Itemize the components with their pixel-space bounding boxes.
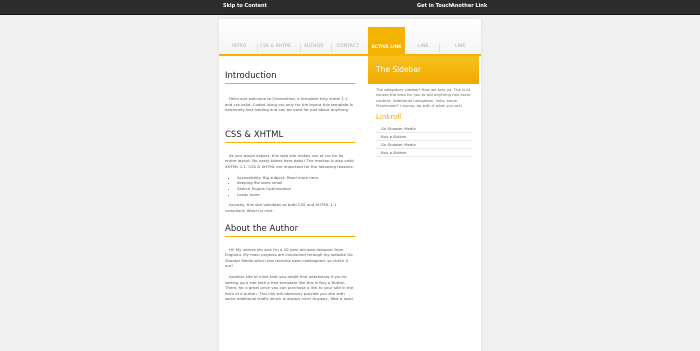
nav-author[interactable]: AUTHOR xyxy=(304,44,324,49)
linkroll-title: Linkroll xyxy=(376,113,402,121)
main-content: Introduction Hello and welcome to Clemen… xyxy=(225,71,355,302)
author-paragraph-1: Hi! My names Jan and I'm a 20 year old w… xyxy=(225,246,353,269)
page-container: INTRO CSS & XHTML AUTHOR CONTACT LINK LI… xyxy=(219,19,481,351)
nav-separator xyxy=(331,44,332,52)
author-paragraph-2: Another site of mine that you might find… xyxy=(225,273,354,302)
skip-to-content-link[interactable]: Skip to Content xyxy=(223,3,267,9)
linkroll-item[interactable]: Buy a Button xyxy=(376,133,472,141)
nav-separator xyxy=(257,44,258,52)
css-reasons-list: Accessibility. Big subject. Read more he… xyxy=(225,175,355,198)
linkroll-item[interactable]: Buy a Button xyxy=(376,149,472,157)
nav-active-label: ACTIVE LINK xyxy=(371,45,402,50)
css-paragraph-1: As you would expect, this web site makes… xyxy=(225,152,354,169)
list-item: Loads more xyxy=(237,192,355,198)
nav-active-link[interactable]: ACTIVE LINK xyxy=(368,27,405,55)
nav-separator xyxy=(439,44,440,52)
sidebar-text: The obligatory sidebar! How we love ya. … xyxy=(376,87,472,108)
sidebar-title: The Sidebar xyxy=(376,65,421,74)
get-in-touch-link[interactable]: Get in Touch xyxy=(417,3,452,9)
intro-paragraph: Hello and welcome to Clementine, a templ… xyxy=(225,96,353,113)
nav-separator xyxy=(300,44,301,52)
nav-contact[interactable]: CONTACT xyxy=(337,44,359,49)
nav-link-1[interactable]: LINK xyxy=(418,44,429,49)
header-band xyxy=(219,19,481,55)
sidebar-header: The Sidebar xyxy=(368,56,479,84)
intro-heading: Introduction xyxy=(225,71,355,84)
nav-intro[interactable]: INTRO xyxy=(232,44,246,49)
linkroll-list: Go Shooter Media Buy a Button Go Shooter… xyxy=(376,125,472,157)
another-link[interactable]: Another Link xyxy=(451,3,487,9)
top-bar: Skip to Content Get in Touch Another Lin… xyxy=(0,0,700,15)
about-author-heading: About the Author xyxy=(225,224,355,237)
css-xhtml-heading: CSS & XHTML xyxy=(225,130,355,143)
nav-css-xhtml[interactable]: CSS & XHTML xyxy=(260,44,292,49)
css-paragraph-2: Anyway, this site validates as both CSS … xyxy=(225,202,337,213)
linkroll-item[interactable]: Go Shooter Media xyxy=(376,125,472,133)
nav-link-2[interactable]: LINK xyxy=(455,44,466,49)
linkroll-item[interactable]: Go Shooter Media xyxy=(376,141,472,149)
